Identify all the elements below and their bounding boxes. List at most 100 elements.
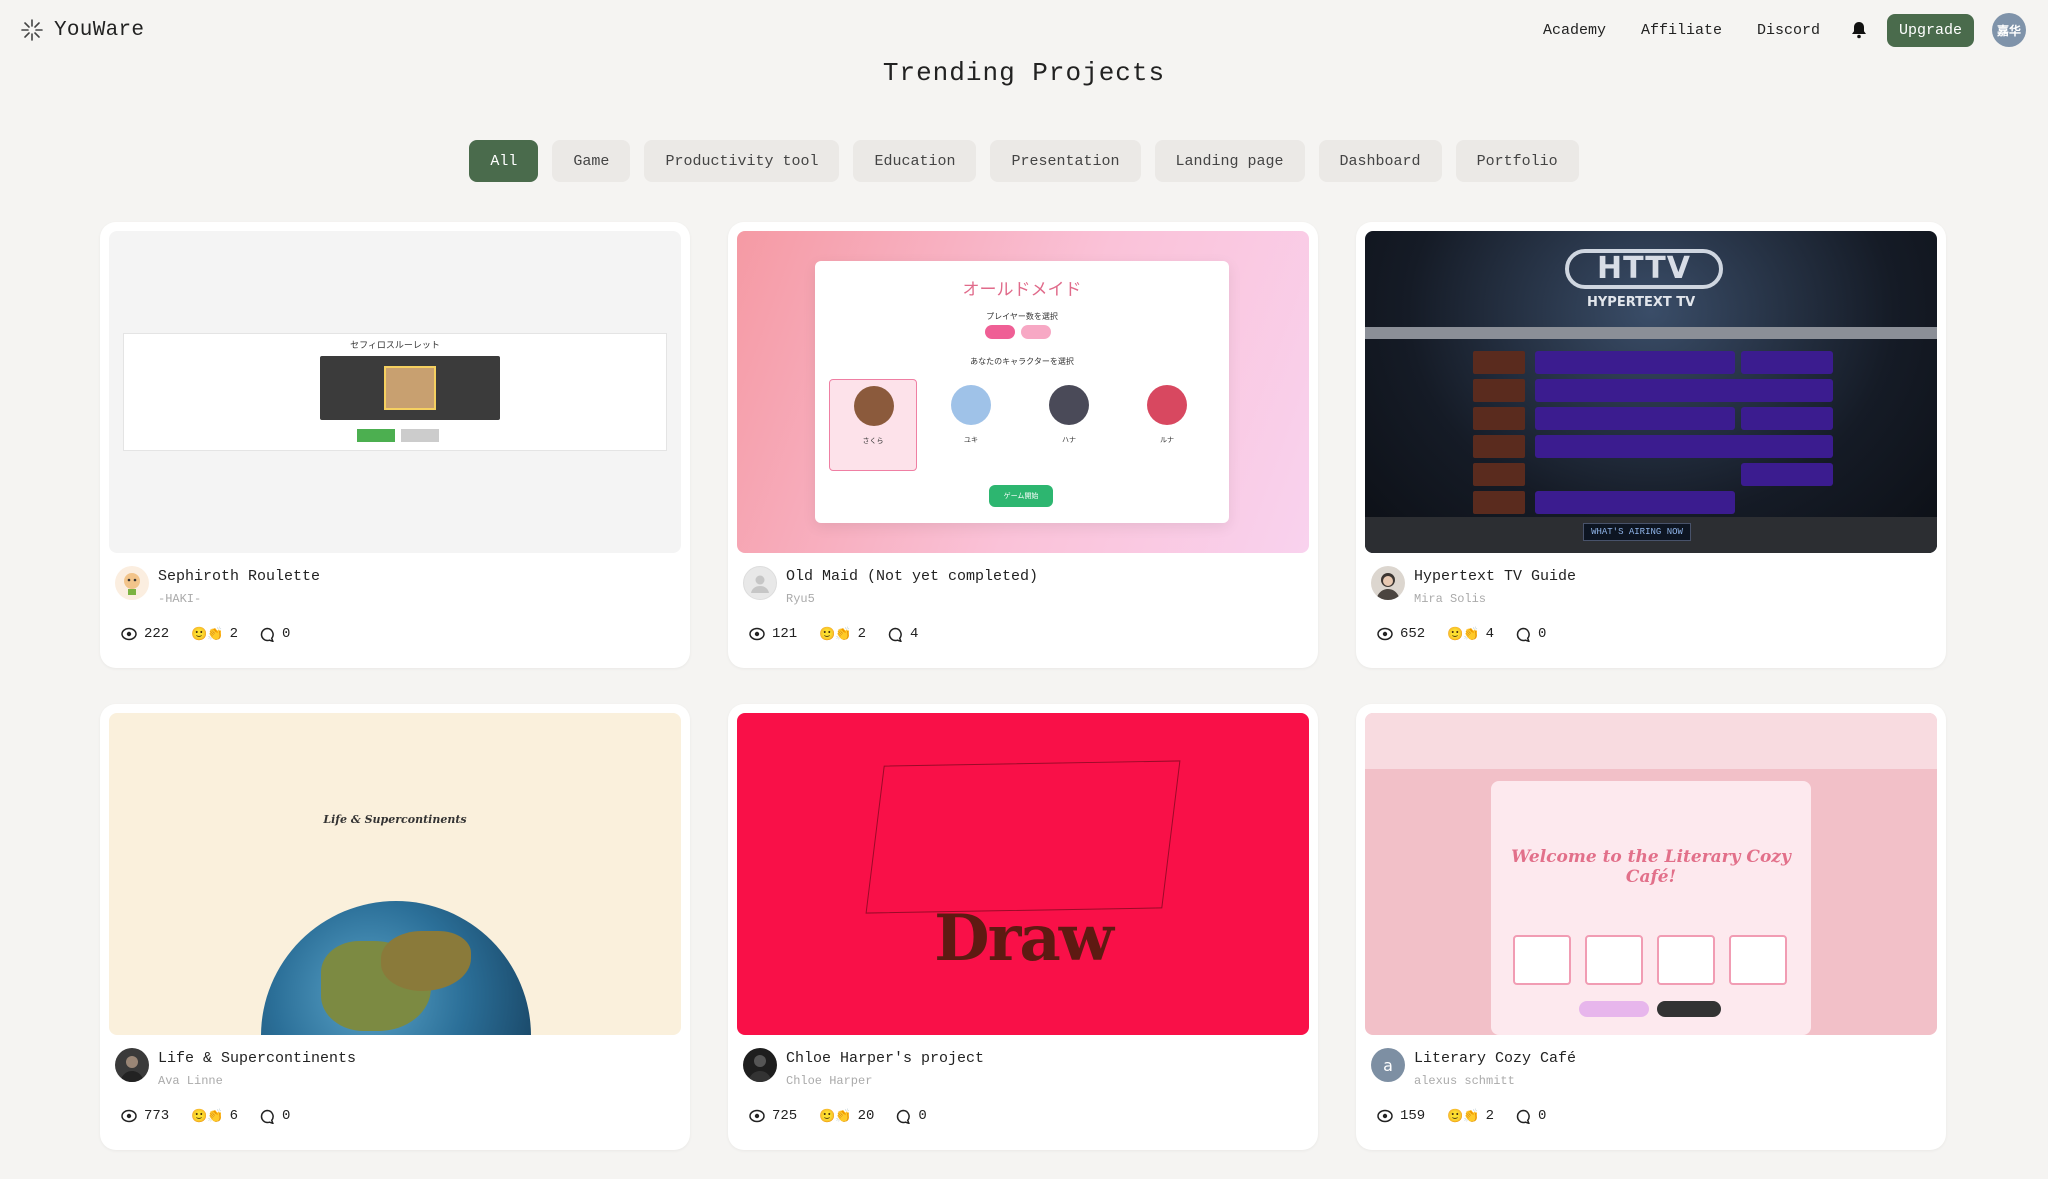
project-card[interactable]: HTTV HYPERTEXT TV WHAT'S AIRING NOW Hype… bbox=[1356, 222, 1946, 668]
project-thumbnail[interactable]: Draw bbox=[737, 713, 1309, 1035]
thumb-navbar bbox=[1365, 713, 1937, 769]
project-name[interactable]: Hypertext TV Guide bbox=[1414, 568, 1576, 585]
filter-game[interactable]: Game bbox=[552, 140, 631, 182]
project-thumbnail[interactable]: オールドメイド プレイヤー数を選択 あなたのキャラクターを選択 さくら ユキ ハ… bbox=[737, 231, 1309, 553]
author-avatar[interactable] bbox=[743, 566, 777, 600]
project-name[interactable]: Chloe Harper's project bbox=[786, 1050, 984, 1067]
views-count: 121 bbox=[772, 626, 798, 642]
thumb-character: ユキ bbox=[927, 379, 1015, 471]
views-stat: 773 bbox=[121, 1108, 169, 1124]
comments-stat[interactable]: 0 bbox=[1516, 1108, 1546, 1124]
thumb-subtitle: HYPERTEXT TV bbox=[1587, 295, 1696, 310]
emoji-reaction-icon: 🙂👏 bbox=[819, 626, 852, 642]
nav-affiliate[interactable]: Affiliate bbox=[1641, 22, 1722, 39]
sparkle-logo-icon bbox=[21, 19, 43, 41]
project-author[interactable]: Chloe Harper bbox=[786, 1074, 984, 1088]
project-name[interactable]: Life & Supercontinents bbox=[158, 1050, 356, 1067]
thumb-program bbox=[1741, 407, 1833, 430]
thumb-lcd: WHAT'S AIRING NOW bbox=[1583, 523, 1691, 541]
globe-land bbox=[381, 931, 471, 991]
page-title: Trending Projects bbox=[882, 58, 1166, 88]
filter-education[interactable]: Education bbox=[853, 140, 977, 182]
reactions-stat[interactable]: 🙂👏 2 bbox=[819, 626, 866, 642]
author-avatar[interactable] bbox=[115, 1048, 149, 1082]
project-thumbnail[interactable]: Life & Supercontinents bbox=[109, 713, 681, 1035]
thumb-dark-mode-button bbox=[1657, 1001, 1721, 1017]
reactions-stat[interactable]: 🙂👏 2 bbox=[1447, 1108, 1494, 1124]
thumb-channel bbox=[1473, 435, 1525, 458]
thumb-subtitle: プレイヤー数を選択 bbox=[986, 312, 1058, 321]
filter-all[interactable]: All bbox=[469, 140, 539, 182]
upgrade-button[interactable]: Upgrade bbox=[1886, 13, 1974, 47]
comment-bubble-icon bbox=[1516, 1109, 1530, 1124]
user-avatar[interactable]: 嘉华 bbox=[1992, 13, 2026, 47]
views-count: 159 bbox=[1400, 1108, 1426, 1124]
thumb-program bbox=[1535, 379, 1833, 402]
thumb-channel bbox=[1473, 351, 1525, 374]
project-name[interactable]: Old Maid (Not yet completed) bbox=[786, 568, 1038, 585]
nav-discord[interactable]: Discord bbox=[1757, 22, 1820, 39]
comments-stat[interactable]: 0 bbox=[1516, 626, 1546, 642]
reactions-stat[interactable]: 🙂👏 6 bbox=[191, 1108, 238, 1124]
project-meta: Chloe Harper's project Chloe Harper bbox=[737, 1048, 1309, 1088]
project-meta: Life & Supercontinents Ava Linne bbox=[109, 1048, 681, 1088]
character-face bbox=[854, 386, 894, 426]
project-stats: 725 🙂👏 20 0 bbox=[737, 1108, 1309, 1124]
project-name[interactable]: Literary Cozy Café bbox=[1414, 1050, 1576, 1067]
top-nav: Academy Affiliate Discord Upgrade 嘉华 bbox=[1543, 13, 2026, 47]
views-stat: 652 bbox=[1377, 626, 1425, 642]
thumb-display bbox=[320, 356, 500, 420]
thumb-character: ハナ bbox=[1025, 379, 1113, 471]
thumb-pill bbox=[985, 325, 1015, 339]
thumb-character: ルナ bbox=[1123, 379, 1211, 471]
author-avatar[interactable] bbox=[743, 1048, 777, 1082]
comments-stat[interactable]: 0 bbox=[260, 626, 290, 642]
project-thumbnail[interactable]: セフィロスルーレット bbox=[109, 231, 681, 553]
project-author[interactable]: -HAKI- bbox=[158, 592, 320, 606]
project-stats: 652 🙂👏 4 0 bbox=[1365, 626, 1937, 642]
project-card[interactable]: Life & Supercontinents Life & Superconti… bbox=[100, 704, 690, 1150]
project-card[interactable]: オールドメイド プレイヤー数を選択 あなたのキャラクターを選択 さくら ユキ ハ… bbox=[728, 222, 1318, 668]
reactions-stat[interactable]: 🙂👏 4 bbox=[1447, 626, 1494, 642]
project-author[interactable]: alexus schmitt bbox=[1414, 1074, 1576, 1088]
nav-academy[interactable]: Academy bbox=[1543, 22, 1606, 39]
project-card[interactable]: Welcome to the Literary Cozy Café! a Lit… bbox=[1356, 704, 1946, 1150]
filter-dashboard[interactable]: Dashboard bbox=[1318, 140, 1442, 182]
reactions-count: 6 bbox=[229, 1108, 238, 1124]
brand-logo[interactable]: YouWare bbox=[20, 18, 144, 42]
comments-count: 4 bbox=[910, 626, 919, 642]
emoji-reaction-icon: 🙂👏 bbox=[1447, 626, 1480, 642]
author-avatar[interactable] bbox=[1371, 566, 1405, 600]
project-card[interactable]: セフィロスルーレット Sephiroth Roulette -HAKI- 222… bbox=[100, 222, 690, 668]
project-author[interactable]: Mira Solis bbox=[1414, 592, 1576, 606]
comments-stat[interactable]: 0 bbox=[896, 1108, 927, 1124]
eye-icon bbox=[749, 1109, 765, 1123]
project-author[interactable]: Ava Linne bbox=[158, 1074, 356, 1088]
comment-bubble-icon bbox=[1516, 627, 1530, 642]
reactions-stat[interactable]: 🙂👏 20 bbox=[819, 1108, 874, 1124]
author-avatar[interactable]: a bbox=[1371, 1048, 1405, 1082]
filter-portfolio[interactable]: Portfolio bbox=[1455, 140, 1579, 182]
reactions-count: 2 bbox=[1485, 1108, 1494, 1124]
comments-stat[interactable]: 4 bbox=[888, 626, 918, 642]
views-stat: 222 bbox=[121, 626, 169, 642]
reactions-stat[interactable]: 🙂👏 2 bbox=[191, 626, 238, 642]
project-author[interactable]: Ryu5 bbox=[786, 592, 1038, 606]
thumb-subtitle: あなたのキャラクターを選択 bbox=[970, 357, 1074, 366]
comments-count: 0 bbox=[918, 1108, 927, 1124]
author-avatar[interactable] bbox=[115, 566, 149, 600]
project-thumbnail[interactable]: Welcome to the Literary Cozy Café! bbox=[1365, 713, 1937, 1035]
eye-icon bbox=[121, 627, 137, 641]
comments-stat[interactable]: 0 bbox=[260, 1108, 290, 1124]
project-name[interactable]: Sephiroth Roulette bbox=[158, 568, 320, 585]
project-card[interactable]: Draw Chloe Harper's project Chloe Harper… bbox=[728, 704, 1318, 1150]
eye-icon bbox=[749, 627, 765, 641]
thumb-program bbox=[1741, 463, 1833, 486]
bell-icon[interactable] bbox=[1851, 21, 1867, 39]
project-thumbnail[interactable]: HTTV HYPERTEXT TV WHAT'S AIRING NOW bbox=[1365, 231, 1937, 553]
filter-presentation[interactable]: Presentation bbox=[990, 140, 1141, 182]
comment-bubble-icon bbox=[260, 627, 274, 642]
thumb-program bbox=[1535, 491, 1735, 514]
filter-productivity-tool[interactable]: Productivity tool bbox=[644, 140, 840, 182]
filter-landing-page[interactable]: Landing page bbox=[1154, 140, 1305, 182]
